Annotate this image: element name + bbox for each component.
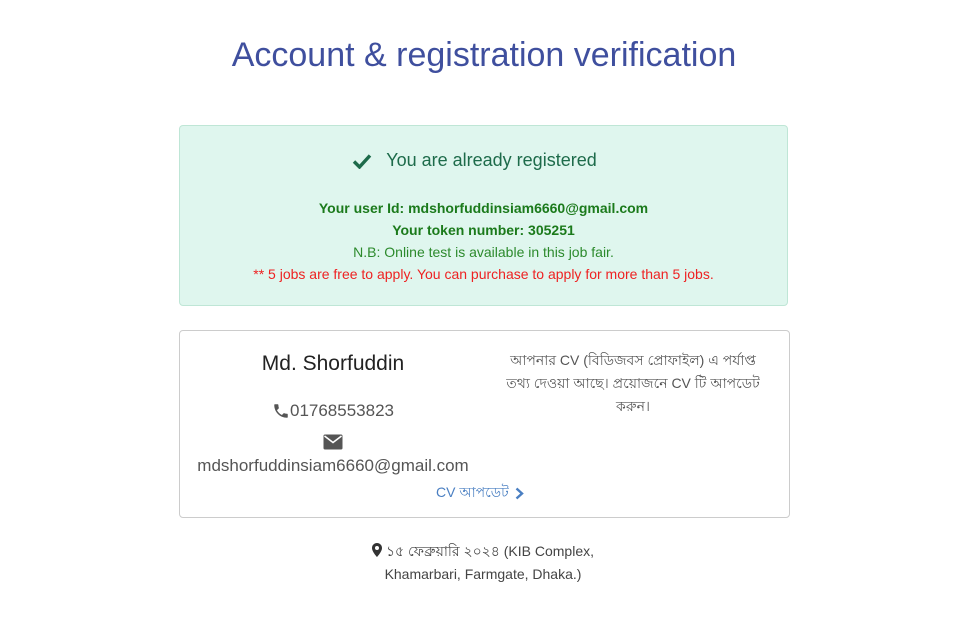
cv-update-label: CV আপডেট — [436, 484, 509, 500]
phone-icon — [274, 404, 288, 418]
map-marker-icon — [371, 543, 382, 557]
cv-status-note: আপনার CV (বিডিজবস প্রোফাইল) এ পর্যাপ্ত ত… — [506, 352, 760, 414]
alert-heading: You are already registered — [386, 150, 597, 170]
online-test-note: N.B: Online test is available in this jo… — [353, 244, 614, 260]
venue-info: ১৫ ফেব্রুয়ারি ২০২৪ (KIB Complex, Khamar… — [330, 540, 636, 586]
cv-update-link[interactable]: CV আপডেট — [436, 481, 524, 505]
venue-date-location: ১৫ ফেব্রুয়ারি ২০২৪ (KIB Complex, — [385, 543, 595, 559]
phone-row: 01768553823 — [198, 401, 468, 421]
profile-name: Md. Shorfuddin — [261, 352, 405, 375]
free-jobs-warning: ** 5 jobs are free to apply. You can pur… — [253, 266, 714, 282]
token-number-text: Your token number: 305251 — [392, 222, 575, 238]
page-title: Account & registration verification — [231, 36, 737, 74]
alert-heading-row: You are already registered — [180, 150, 787, 171]
registration-status-alert: You are already registered Your user Id:… — [179, 125, 788, 306]
phone-number: 01768553823 — [289, 401, 394, 420]
profile-card: Md. Shorfuddin 01768553823 mdshorfuddins… — [179, 330, 790, 518]
venue-line-1: ১৫ ফেব্রুয়ারি ২০২৪ (KIB Complex, — [330, 540, 636, 563]
checkmark-icon — [353, 153, 372, 169]
venue-line-2: Khamarbari, Farmgate, Dhaka.) — [384, 566, 582, 582]
user-id-text: Your user Id: mdshorfuddinsiam6660@gmail… — [318, 200, 649, 216]
profile-email: mdshorfuddinsiam6660@gmail.com — [197, 456, 469, 475]
chevron-right-icon — [515, 487, 524, 499]
envelope-icon — [323, 434, 343, 455]
